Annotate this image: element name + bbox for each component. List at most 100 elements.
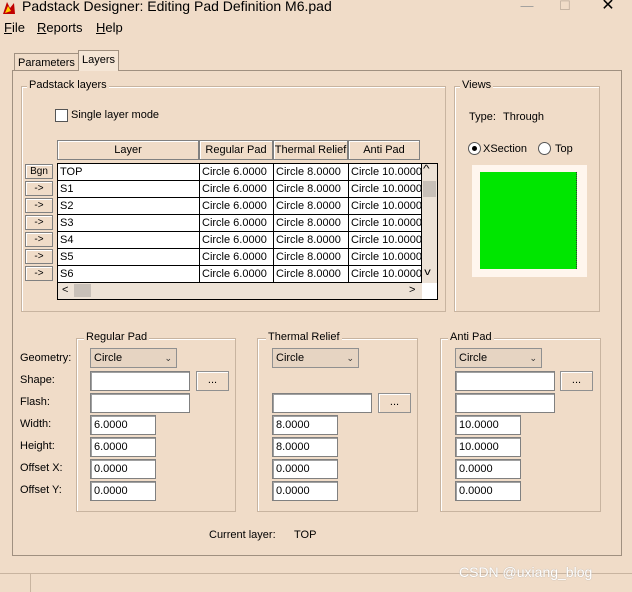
cell-thermal-relief[interactable]: Circle 8.0000 [274,249,349,266]
scroll-up-icon[interactable]: ^ [423,164,430,175]
thermal-geometry-select[interactable]: Circle ⌄ [272,348,359,368]
regular-pad-title: Regular Pad [84,331,150,343]
xsection-radio[interactable] [468,142,481,155]
offset-x-label: Offset X: [20,462,63,474]
cell-regular-pad[interactable]: Circle 6.0000 [200,266,274,283]
top-label: Top [555,143,573,155]
cell-regular-pad[interactable]: Circle 6.0000 [200,249,274,266]
cell-layer[interactable]: S1 [58,181,200,198]
menu-help[interactable]: Help [96,20,123,35]
regular-width-field[interactable]: 6.0000 [90,415,156,435]
cell-anti-pad[interactable]: Circle 10.0000 [349,249,422,266]
thermal-width-field[interactable]: 8.0000 [272,415,338,435]
cell-layer[interactable]: S5 [58,249,200,266]
close-button[interactable]: ✕ [598,0,618,15]
thermal-height-field[interactable]: 8.0000 [272,437,338,457]
tab-layers[interactable]: Layers [78,50,120,71]
cell-thermal-relief[interactable]: Circle 8.0000 [274,215,349,232]
vertical-scroll-thumb[interactable] [423,181,436,197]
thermal-flash-field[interactable] [272,393,372,413]
cell-thermal-relief[interactable]: Circle 8.0000 [274,198,349,215]
cell-anti-pad[interactable]: Circle 10.0000 [349,164,422,181]
column-header-layer[interactable]: Layer [57,140,199,160]
anti-offset-x-field[interactable]: 0.0000 [455,459,521,479]
set-layer-arrow-button[interactable]: -> [25,266,53,281]
regular-flash-field[interactable] [90,393,190,413]
cell-regular-pad[interactable]: Circle 6.0000 [200,181,274,198]
anti-flash-field[interactable] [455,393,555,413]
cell-layer[interactable]: S2 [58,198,200,215]
maximize-button[interactable]: ☐ [555,0,575,15]
top-radio[interactable] [538,142,551,155]
status-divider [30,574,31,592]
cell-layer[interactable]: TOP [58,164,200,181]
column-header-thermal-relief[interactable]: Thermal Relief [273,140,348,160]
anti-offset-y-field[interactable]: 0.0000 [455,481,521,501]
regular-shape-browse-button[interactable]: ... [196,371,229,391]
regular-offset-x-field[interactable]: 0.0000 [90,459,156,479]
cell-regular-pad[interactable]: Circle 6.0000 [200,232,274,249]
begin-layer-button[interactable]: Bgn [25,164,53,179]
column-header-regular-pad[interactable]: Regular Pad [199,140,273,160]
cell-regular-pad[interactable]: Circle 6.0000 [200,198,274,215]
cell-thermal-relief[interactable]: Circle 8.0000 [274,232,349,249]
thermal-offset-x-field[interactable]: 0.0000 [272,459,338,479]
cell-regular-pad[interactable]: Circle 6.0000 [200,164,274,181]
regular-offset-y-field[interactable]: 0.0000 [90,481,156,501]
cell-anti-pad[interactable]: Circle 10.0000 [349,266,422,283]
set-layer-arrow-button[interactable]: -> [25,198,53,213]
cell-anti-pad[interactable]: Circle 10.0000 [349,198,422,215]
anti-shape-browse-button[interactable]: ... [560,371,593,391]
cell-anti-pad[interactable]: Circle 10.0000 [349,215,422,232]
regular-height-field[interactable]: 6.0000 [90,437,156,457]
view-type-label: Type: [469,111,496,123]
anti-width-field[interactable]: 10.0000 [455,415,521,435]
menu-reports[interactable]: Reports [37,20,83,35]
table-row[interactable]: S5 Circle 6.0000 Circle 8.0000 Circle 10.00… [58,249,422,266]
table-row[interactable]: S4 Circle 6.0000 Circle 8.0000 Circle 10.00… [58,232,422,249]
thermal-flash-browse-button[interactable]: ... [378,393,411,413]
cell-thermal-relief[interactable]: Circle 8.0000 [274,164,349,181]
xsection-preview-fill [480,172,577,269]
regular-shape-field[interactable] [90,371,190,391]
set-layer-arrow-button[interactable]: -> [25,181,53,196]
cell-anti-pad[interactable]: Circle 10.0000 [349,232,422,249]
table-row[interactable]: S3 Circle 6.0000 Circle 8.0000 Circle 10.00… [58,215,422,232]
vertical-scrollbar[interactable]: ^ v [422,164,437,283]
anti-geometry-select[interactable]: Circle ⌄ [455,348,542,368]
anti-shape-field[interactable] [455,371,555,391]
set-layer-arrow-button[interactable]: -> [25,249,53,264]
menu-file[interactable]: File [4,20,25,35]
cell-layer[interactable]: S4 [58,232,200,249]
column-header-anti-pad[interactable]: Anti Pad [348,140,420,160]
geometry-label: Geometry: [20,352,72,364]
regular-geometry-select[interactable]: Circle ⌄ [90,348,177,368]
cell-thermal-relief[interactable]: Circle 8.0000 [274,266,349,283]
horizontal-scrollbar[interactable]: < > [58,283,422,299]
views-title: Views [460,79,494,91]
app-logo-icon [2,1,16,15]
thermal-relief-title: Thermal Relief [266,331,342,343]
scroll-right-icon[interactable]: > [409,284,415,296]
thermal-offset-y-field[interactable]: 0.0000 [272,481,338,501]
cell-layer[interactable]: S6 [58,266,200,283]
cell-anti-pad[interactable]: Circle 10.0000 [349,181,422,198]
minimize-button[interactable]: — [517,0,537,15]
anti-height-field[interactable]: 10.0000 [455,437,521,457]
table-row[interactable]: S2 Circle 6.0000 Circle 8.0000 Circle 10.00… [58,198,422,215]
cell-layer[interactable]: S3 [58,215,200,232]
tab-parameters[interactable]: Parameters [14,53,79,70]
view-preview-panel [472,165,587,277]
cell-thermal-relief[interactable]: Circle 8.0000 [274,181,349,198]
single-layer-mode-checkbox[interactable] [55,109,68,122]
scroll-left-icon[interactable]: < [62,284,68,296]
table-row[interactable]: S6 Circle 6.0000 Circle 8.0000 Circle 10.00… [58,266,422,283]
scroll-down-icon[interactable]: v [424,267,431,278]
table-row[interactable]: TOP Circle 6.0000 Circle 8.0000 Circle 10.0… [58,164,422,181]
horizontal-scroll-thumb[interactable] [74,284,91,297]
set-layer-arrow-button[interactable]: -> [25,232,53,247]
cell-regular-pad[interactable]: Circle 6.0000 [200,215,274,232]
table-row[interactable]: S1 Circle 6.0000 Circle 8.0000 Circle 10.00… [58,181,422,198]
chevron-down-icon: ⌄ [529,353,537,363]
set-layer-arrow-button[interactable]: -> [25,215,53,230]
